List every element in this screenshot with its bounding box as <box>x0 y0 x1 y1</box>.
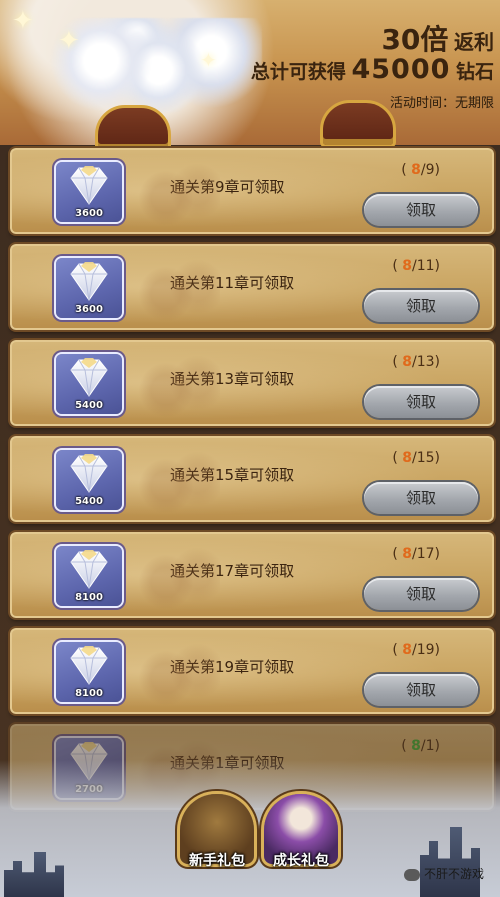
diamond-reward-icon: 3600 <box>56 258 122 318</box>
diamond-reward-icon: 3600 <box>56 162 122 222</box>
multiplier-suffix: 返利 <box>454 30 494 54</box>
reward-quantity: 3600 <box>75 304 103 315</box>
progress-text: ( 8/17) <box>392 546 440 562</box>
multiplier-text: 30倍 <box>381 23 449 56</box>
claim-button[interactable]: 领取 <box>364 578 478 610</box>
growth-pack-button[interactable]: 成长礼包 <box>258 794 344 894</box>
reward-quantity: 8100 <box>75 592 103 603</box>
diamond-reward-icon: 8100 <box>56 546 122 606</box>
progress-target: /11) <box>412 258 440 274</box>
claim-button[interactable]: 领取 <box>364 674 478 706</box>
total-prefix: 总计可获得 <box>250 61 346 83</box>
reward-quantity: 5400 <box>75 496 103 507</box>
total-amount: 45000 <box>351 54 451 85</box>
progress-target: /1) <box>420 738 440 754</box>
reward-row: 8100 通关第19章可领取 ( 8/19) 领取 <box>10 628 494 714</box>
reward-row: 5400 通关第13章可领取 ( 8/13) 领取 <box>10 340 494 426</box>
sparkle-icon: ✦ <box>12 6 34 36</box>
castle-silhouette <box>420 827 480 897</box>
claim-button[interactable]: 领取 <box>364 386 478 418</box>
diamond-reward-icon: 8100 <box>56 642 122 702</box>
task-description: 通关第11章可领取 <box>170 274 295 292</box>
reward-quantity: 8100 <box>75 688 103 699</box>
reward-quantity: 5400 <box>75 400 103 411</box>
task-description: 通关第9章可领取 <box>170 178 285 196</box>
header-banner: ✦ ✦ ✦ 30倍 返利 总计可获得 45000 钻石 活动时间：无期限 <box>0 0 500 162</box>
progress-current: 8 <box>402 354 412 370</box>
progress-current: 8 <box>402 546 412 562</box>
task-description: 通关第17章可领取 <box>170 562 295 580</box>
task-description: 通关第13章可领取 <box>170 370 295 388</box>
progress-target: /15) <box>412 450 440 466</box>
diamond-reward-icon: 5400 <box>56 354 122 414</box>
progress-target: /9) <box>420 162 440 178</box>
claim-button[interactable]: 领取 <box>364 482 478 514</box>
progress-target: /13) <box>412 354 440 370</box>
wechat-icon <box>403 868 420 881</box>
claim-button[interactable]: 领取 <box>364 290 478 322</box>
castle-silhouette <box>4 852 64 897</box>
crown-decoration <box>92 105 174 162</box>
progress-current: 8 <box>411 162 421 178</box>
sparkle-icon: ✦ <box>200 48 217 72</box>
progress-text: ( 8/13) <box>392 354 440 370</box>
progress-text: ( 8/19) <box>392 642 440 658</box>
newbie-pack-button[interactable]: 新手礼包 <box>174 794 260 894</box>
total-headline: 总计可获得 45000 钻石 <box>251 54 494 85</box>
progress-target: /17) <box>412 546 440 562</box>
progress-text: ( 8/9) <box>401 162 440 178</box>
task-description: 通关第15章可领取 <box>170 466 295 484</box>
progress-current: 8 <box>411 738 421 754</box>
rebate-headline: 30倍 返利 <box>381 18 494 58</box>
activity-time: 活动时间：无期限 <box>389 96 494 111</box>
progress-current: 8 <box>402 258 412 274</box>
progress-current: 8 <box>402 450 412 466</box>
reward-row: 3600 通关第11章可领取 ( 8/11) 领取 <box>10 244 494 330</box>
progress-current: 8 <box>402 642 412 658</box>
reward-row: 8100 通关第17章可领取 ( 8/17) 领取 <box>10 532 494 618</box>
diamond-reward-icon: 5400 <box>56 450 122 510</box>
progress-text: ( 8/11) <box>392 258 440 274</box>
newbie-pack-label: 新手礼包 <box>189 853 245 869</box>
claim-button[interactable]: 领取 <box>364 194 478 226</box>
progress-text: ( 8/1) <box>401 738 440 754</box>
watermark: 不肝不游戏 <box>403 865 484 882</box>
watermark-text: 不肝不游戏 <box>423 867 484 881</box>
total-unit: 钻石 <box>455 61 494 83</box>
sparkle-icon: ✦ <box>58 26 80 56</box>
progress-text: ( 8/15) <box>392 450 440 466</box>
growth-pack-label: 成长礼包 <box>273 853 329 869</box>
reward-row: 5400 通关第15章可领取 ( 8/15) 领取 <box>10 436 494 522</box>
crown-decoration <box>317 100 399 157</box>
task-description: 通关第19章可领取 <box>170 658 295 676</box>
reward-row: 3600 通关第9章可领取 ( 8/9) 领取 <box>10 148 494 234</box>
progress-target: /19) <box>412 642 440 658</box>
reward-quantity: 3600 <box>75 208 103 219</box>
